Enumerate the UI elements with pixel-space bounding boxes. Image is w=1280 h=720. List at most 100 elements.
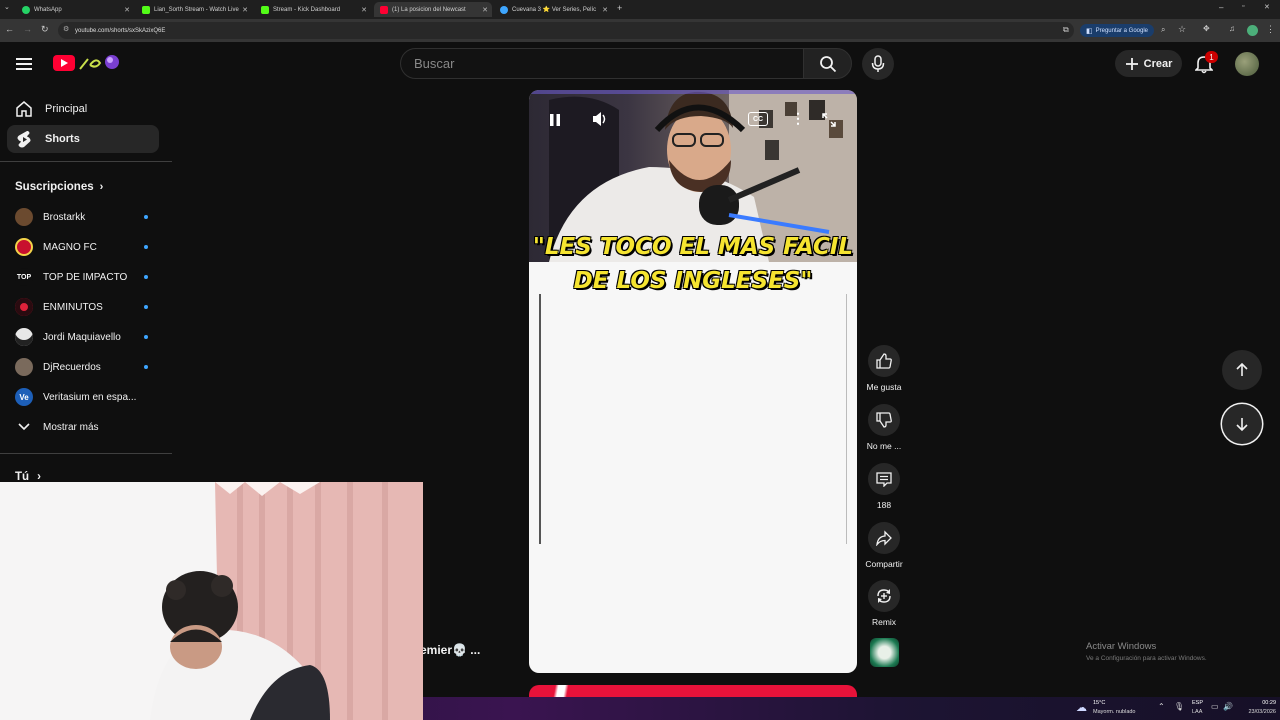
sidebar-item-principal[interactable]: Principal — [7, 95, 159, 123]
account-avatar[interactable] — [1235, 52, 1259, 76]
clock-time[interactable]: 00:29 — [1242, 700, 1276, 706]
voice-search-button[interactable] — [862, 48, 894, 80]
like-button[interactable]: Me gusta — [864, 345, 904, 392]
reload-icon[interactable]: ↻ — [41, 24, 49, 35]
comments-button[interactable]: 188 — [864, 463, 904, 510]
forward-icon[interactable]: → — [23, 24, 32, 34]
kick-icon — [261, 5, 269, 14]
next-short-button[interactable] — [1222, 404, 1262, 444]
subscription-djrecuerdos[interactable]: DjRecuerdos — [15, 357, 155, 377]
close-tab-icon[interactable]: ✕ — [482, 6, 488, 14]
search-button[interactable] — [803, 48, 852, 79]
subscription-magno-fc[interactable]: MAGNO FC — [15, 237, 155, 257]
channel-avatar: Ve — [15, 388, 33, 406]
hamburger-menu-icon[interactable] — [12, 52, 36, 76]
short-title-overlay: emier💀 ... — [420, 643, 481, 657]
tab-title: Stream - Kick Dashboard — [273, 6, 341, 13]
channel-name: TOP DE IMPACTO — [43, 271, 128, 283]
url-text: youtube.com/shorts/sxSkAzixQ6E — [75, 27, 166, 34]
url-field[interactable]: ⚙ youtube.com/shorts/sxSkAzixQ6E — [58, 22, 1074, 39]
speaker-icon[interactable]: 🔊 — [1223, 702, 1233, 711]
show-more-button[interactable]: Mostrar más — [15, 417, 155, 437]
channel-avatar — [15, 208, 33, 226]
channel-name: MAGNO FC — [43, 241, 97, 253]
language-code[interactable]: ESP — [1192, 700, 1203, 706]
channel-avatar: TOP — [15, 268, 33, 286]
tab-whatsapp[interactable]: WhatsApp ✕ — [16, 2, 134, 17]
youtube-icon — [380, 5, 388, 14]
close-tab-icon[interactable]: ✕ — [124, 6, 130, 14]
create-button[interactable]: Crear — [1115, 50, 1182, 77]
whatsapp-icon — [22, 5, 30, 14]
subscription-jordi-maquiavello[interactable]: Jordi Maquiavello — [15, 327, 155, 347]
channel-name: Brostarkk — [43, 211, 86, 223]
tab-kick-stream[interactable]: Lian_Sorth Stream - Watch Live ✕ — [136, 2, 252, 17]
previous-short-button[interactable] — [1222, 350, 1262, 390]
caption-line-1: "LES TOCO EL MAS FACIL — [532, 234, 854, 260]
remix-button[interactable]: Remix — [864, 580, 904, 627]
webcam-image — [0, 482, 423, 720]
bookmark-star-icon[interactable]: ☆ — [1178, 24, 1186, 35]
search-input[interactable]: Buscar — [400, 48, 803, 79]
tab-youtube[interactable]: (1) La posicion del Newcast ✕ — [374, 2, 492, 17]
volume-button[interactable] — [591, 111, 607, 127]
dislike-button[interactable]: No me ... — [864, 404, 904, 451]
tab-menu-icon[interactable]: ⌄ — [4, 3, 10, 11]
close-tab-icon[interactable]: ✕ — [242, 6, 248, 14]
media-control-icon[interactable]: ♫ — [1229, 24, 1235, 33]
browser-menu-icon[interactable]: ⋮ — [1266, 24, 1275, 35]
dislike-label: No me ... — [866, 441, 902, 451]
search-icon — [819, 55, 836, 72]
weather-temp: 15°C — [1093, 700, 1106, 706]
minimize-icon[interactable]: – — [1219, 3, 1223, 12]
back-icon[interactable]: ← — [5, 24, 14, 34]
tray-chevron-icon[interactable]: ⌃ — [1158, 702, 1165, 711]
extensions-icon[interactable]: ✥ — [1203, 24, 1210, 33]
site-info-icon[interactable]: ⚙ — [63, 25, 69, 33]
subscription-enminutos[interactable]: ENMINUTOS — [15, 297, 155, 317]
maximize-icon[interactable]: ▫ — [1242, 3, 1244, 10]
close-window-icon[interactable]: ✕ — [1264, 3, 1270, 11]
tab-title: WhatsApp — [34, 6, 62, 13]
ask-google-button[interactable]: ◧ Preguntar a Google — [1080, 24, 1154, 37]
install-app-icon[interactable]: ⧉ — [1063, 25, 1069, 35]
network-icon[interactable]: ▭ — [1211, 702, 1219, 711]
sidebar-item-label: Shorts — [45, 133, 80, 145]
tray-mic-icon[interactable]: 🎙 — [1174, 702, 1184, 711]
new-content-dot — [144, 215, 148, 219]
share-label: Compartir — [865, 559, 903, 569]
comment-count: 188 — [876, 500, 892, 510]
close-tab-icon[interactable]: ✕ — [602, 6, 608, 14]
notifications-button[interactable]: 1 — [1192, 51, 1218, 76]
home-icon — [16, 101, 32, 117]
profile-avatar[interactable] — [1247, 25, 1258, 36]
notification-badge: 1 — [1205, 51, 1218, 63]
subscriptions-header[interactable]: Suscripciones › — [15, 181, 103, 193]
content-border-left — [539, 294, 541, 544]
channel-thumbnail[interactable] — [870, 638, 899, 667]
weather-desc[interactable]: Mayorm. nublado — [1093, 709, 1136, 715]
fullscreen-button[interactable] — [821, 112, 837, 128]
remix-icon — [877, 589, 891, 603]
tab-cuevana[interactable]: Cuevana 3 ⭐ Ver Series, Pelíc ✕ — [494, 2, 612, 17]
subscription-brostarkk[interactable]: Brostarkk — [15, 207, 155, 227]
tab-kick-dashboard[interactable]: Stream - Kick Dashboard ✕ — [255, 2, 371, 17]
new-tab-icon[interactable]: + — [617, 3, 622, 13]
new-content-dot — [144, 275, 148, 279]
like-label: Me gusta — [866, 382, 902, 392]
shorts-player[interactable]: CC ⋮ "LES TOCO EL MAS FACIL DE LOS INGLE… — [529, 90, 857, 673]
youtube-logo[interactable] — [52, 51, 122, 77]
captions-button[interactable]: CC — [748, 112, 768, 126]
channel-name: DjRecuerdos — [43, 361, 101, 373]
subscription-top-de-impacto[interactable]: TOP TOP DE IMPACTO — [15, 267, 155, 287]
subscription-veritasium[interactable]: Ve Veritasium en espa... — [15, 387, 155, 407]
content-border-right — [846, 294, 847, 544]
share-button[interactable]: Compartir — [864, 522, 904, 569]
close-tab-icon[interactable]: ✕ — [361, 6, 367, 14]
more-options-icon[interactable]: ⋮ — [791, 110, 805, 127]
sidebar-item-shorts[interactable]: Shorts — [7, 125, 159, 153]
pause-button[interactable] — [549, 110, 561, 130]
clock-date: 23/03/2026 — [1248, 709, 1276, 715]
zoom-icon[interactable]: ⌕ — [1161, 25, 1165, 35]
plus-icon — [1125, 57, 1138, 70]
